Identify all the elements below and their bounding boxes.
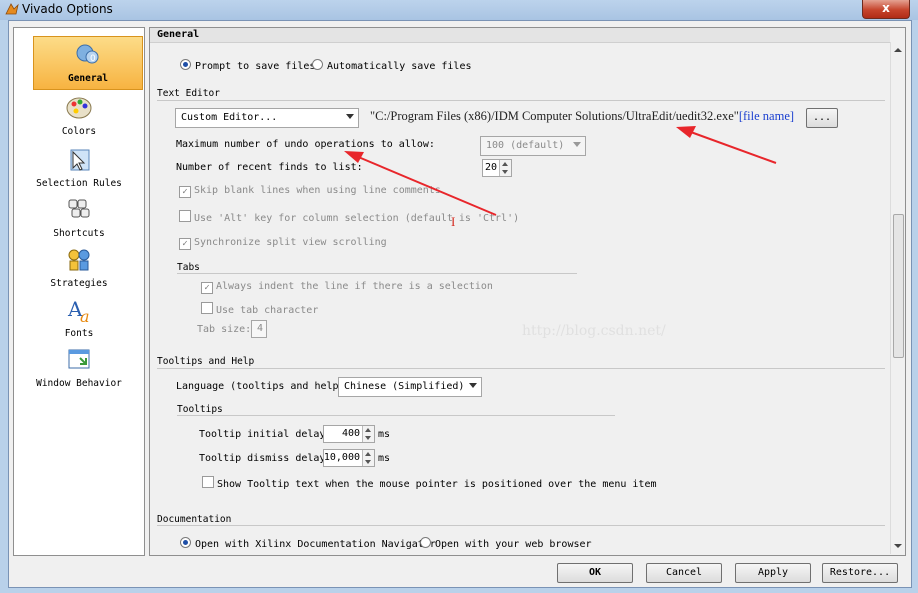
restore-button[interactable]: Restore... xyxy=(822,563,898,583)
ok-button[interactable]: OK xyxy=(557,563,633,583)
annotation-arrows xyxy=(344,126,777,216)
annotation-arrowhead-1 xyxy=(344,151,364,163)
annotation-arrowhead-2 xyxy=(676,126,696,138)
annotation-arrow-1 xyxy=(355,155,497,216)
text-cursor-mark: I xyxy=(451,214,456,229)
annotation-arrow-2 xyxy=(687,130,777,164)
apply-button[interactable]: Apply xyxy=(735,563,811,583)
cancel-button[interactable]: Cancel xyxy=(646,563,722,583)
